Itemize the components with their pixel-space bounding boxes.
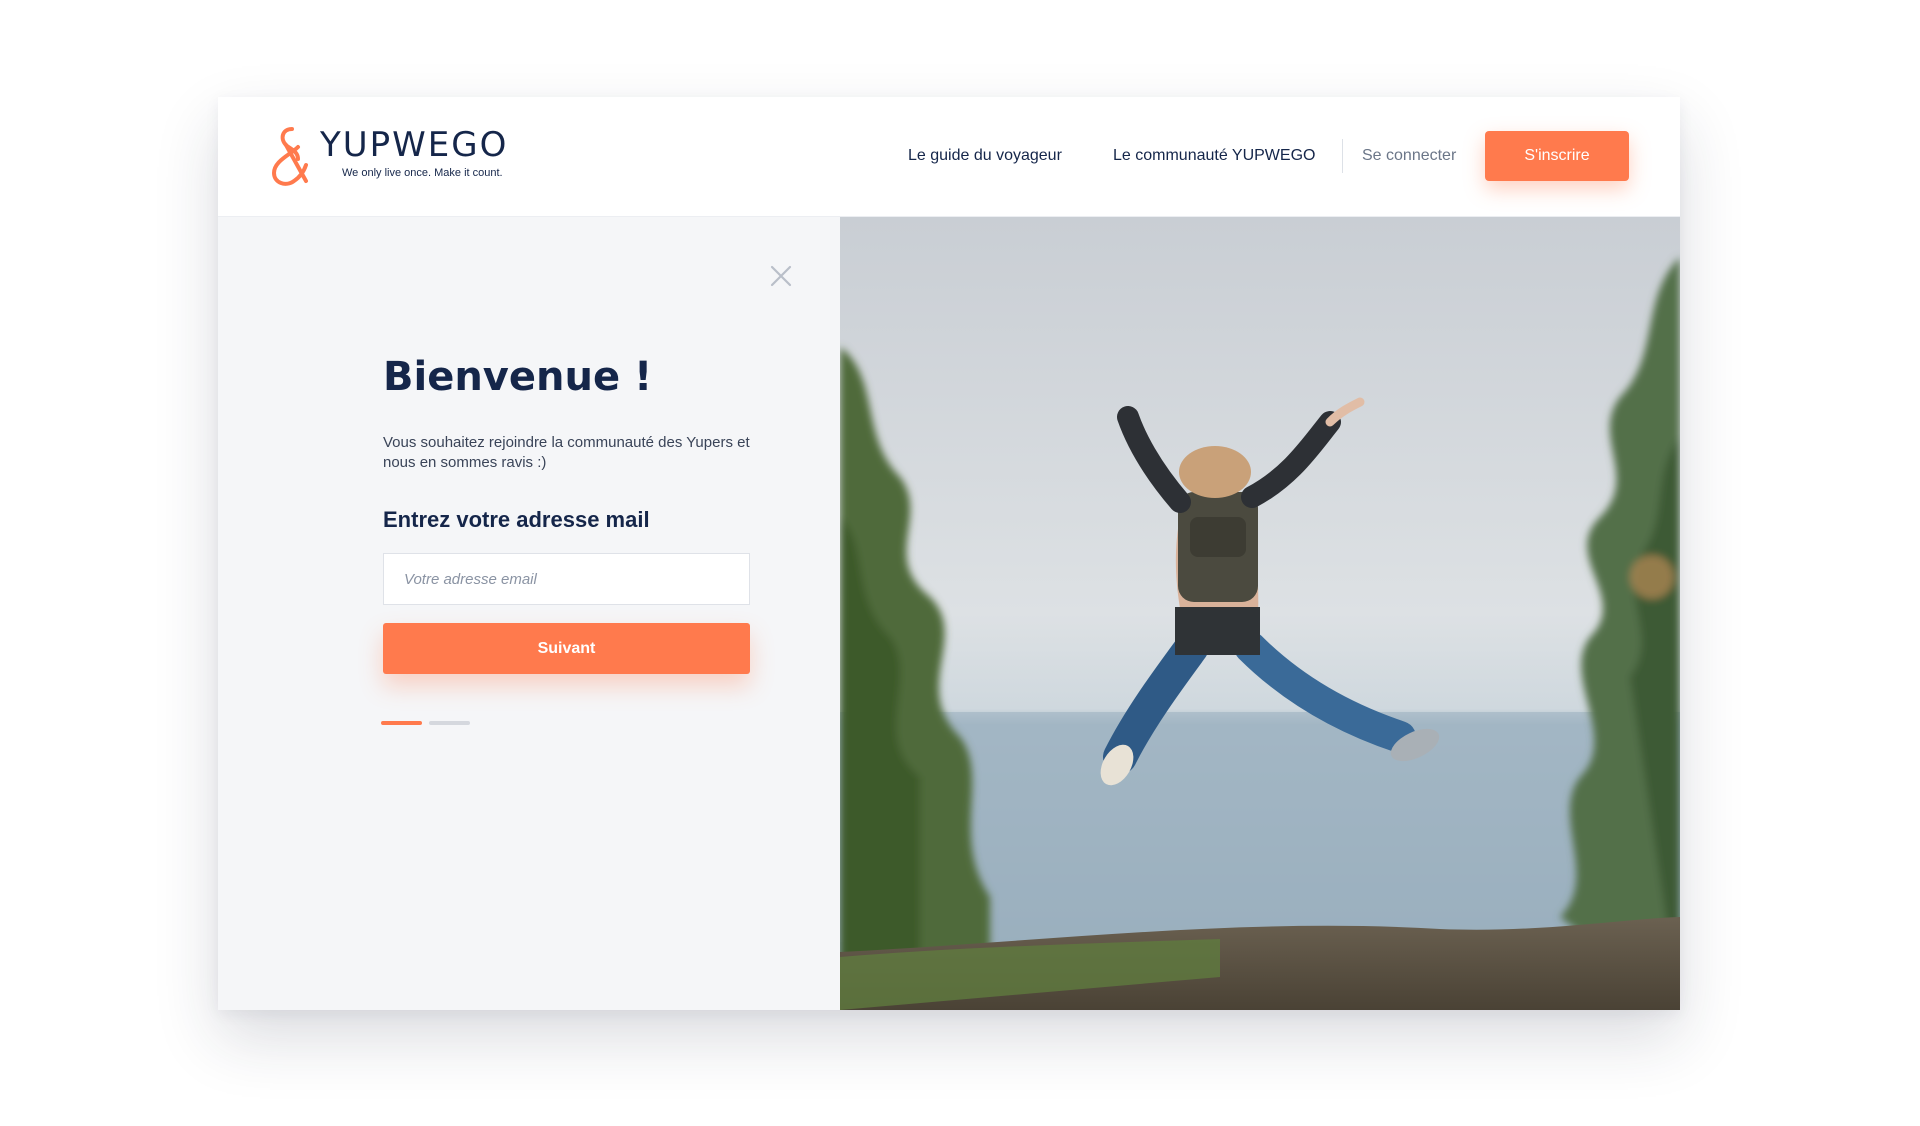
login-link[interactable]: Se connecter [1362, 147, 1456, 165]
signup-button[interactable]: S'inscrire [1485, 131, 1629, 181]
nav-link-community[interactable]: Le communauté YUPWEGO [1113, 147, 1315, 165]
photo-person-jumping [840, 217, 1680, 1010]
welcome-subtitle: Vous souhaitez rejoindre la communauté d… [383, 434, 750, 471]
email-field[interactable] [383, 553, 750, 605]
brand-name: YUPWEGO [320, 125, 509, 165]
next-button[interactable]: Suivant [383, 623, 750, 674]
brand-tagline: We only live once. Make it count. [342, 167, 503, 179]
ampersand-logo-icon [271, 127, 308, 186]
email-label: Entrez votre adresse mail [383, 507, 650, 532]
step-indicator-1-active [381, 721, 422, 725]
top-navbar: YUPWEGO We only live once. Make it count… [218, 97, 1680, 217]
welcome-title: Bienvenue ! [383, 354, 653, 400]
step-progress [381, 721, 481, 726]
signup-panel: Bienvenue ! Vous souhaitez rejoindre la … [218, 217, 840, 1010]
signup-window: YUPWEGO We only live once. Make it count… [218, 97, 1680, 1010]
brand-logo[interactable]: YUPWEGO We only live once. Make it count… [268, 125, 548, 193]
nav-divider [1342, 139, 1343, 173]
hero-photo [840, 217, 1680, 1010]
close-icon[interactable] [768, 263, 794, 289]
step-indicator-2 [429, 721, 470, 725]
nav-link-guide[interactable]: Le guide du voyageur [908, 147, 1062, 165]
